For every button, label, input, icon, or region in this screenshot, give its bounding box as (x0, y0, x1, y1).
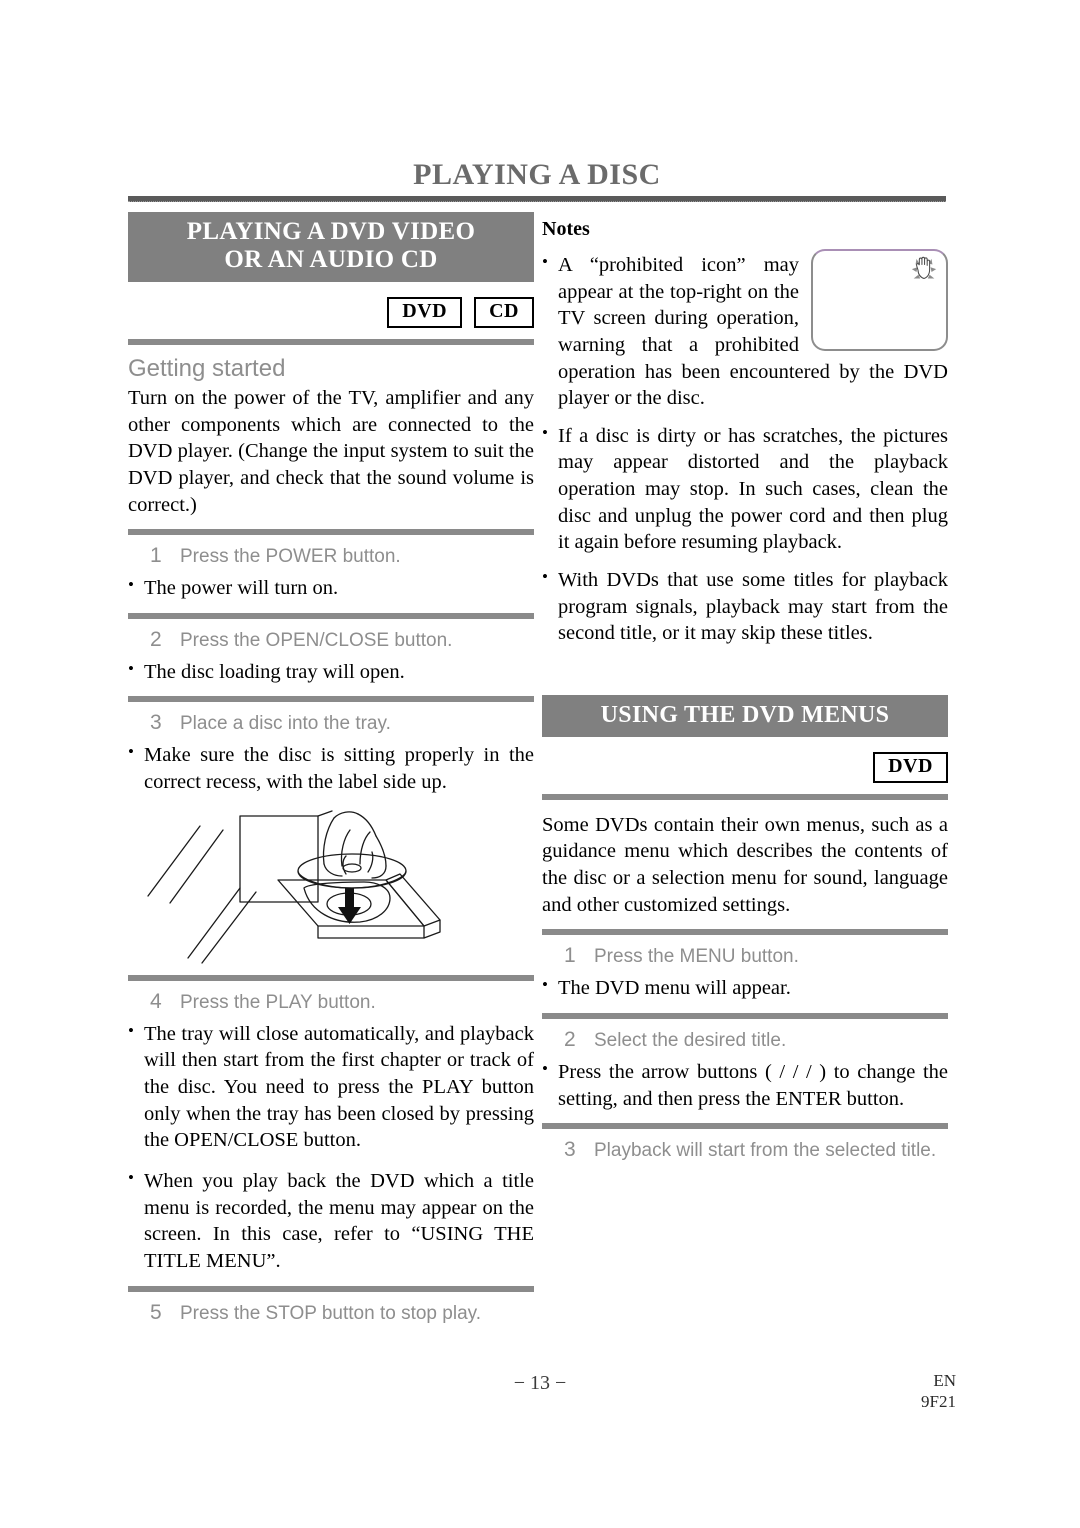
section-rule (542, 793, 948, 800)
step-number: 4 (150, 989, 162, 1013)
menu-step-1: 1 Press the MENU button. (542, 944, 948, 968)
page-number: − 13 − (513, 1372, 567, 1394)
menu-step-1-bullet-1: The DVD menu will appear. (542, 974, 948, 1002)
page-title: PLAYING A DISC (413, 158, 661, 191)
note-2: If a disc is dirty or has scratches, the… (542, 422, 948, 556)
section-banner-playing-dvd-video: PLAYING A DVD VIDEO OR AN AUDIO CD (128, 212, 534, 282)
step-label: Press the OPEN/CLOSE button. (180, 629, 453, 651)
note-1: A “prohibited icon” may appear at the to… (542, 251, 948, 412)
step-number: 2 (150, 627, 162, 651)
banner-line-1: PLAYING A DVD VIDEO (186, 218, 476, 245)
notes-body: A “prohibited icon” may appear at the to… (542, 245, 948, 412)
left-column: PLAYING A DVD VIDEO OR AN AUDIO CD DVD C… (128, 212, 534, 1325)
step-rule (542, 1123, 948, 1130)
step-label: Press the STOP button to stop play. (180, 1302, 482, 1324)
step-number: 3 (564, 1138, 576, 1162)
step-5: 5 Press the STOP button to stop play. (128, 1301, 534, 1325)
step-rule (128, 1285, 534, 1292)
dvd-menus-intro: Some DVDs contain their own menus, such … (542, 813, 948, 916)
step-label: Press the PLAY button. (180, 991, 376, 1013)
step-rule (128, 974, 534, 981)
step-4: 4 Press the PLAY button. (128, 990, 534, 1014)
menu-step-3: 3 Playback will start from the selected … (542, 1138, 948, 1162)
step-rule (128, 696, 534, 703)
step-label: Press the POWER button. (180, 546, 401, 568)
notes-heading: Notes (542, 218, 590, 240)
step-number: 3 (150, 711, 162, 735)
footer-part-code: 9F21 (921, 1392, 956, 1412)
step-4-bullet-2: When you play back the DVD which a title… (128, 1167, 534, 1275)
step-number: 2 (564, 1028, 576, 1052)
right-column: Notes A “prohibited icon” may appear at … (542, 212, 948, 1162)
getting-started-text: Turn on the power of the TV, amplifier a… (128, 387, 534, 516)
disc-tray-svg (147, 810, 441, 964)
media-badge-row-left: DVD CD (128, 297, 534, 328)
step-rule (542, 929, 948, 936)
manual-page: PLAYING A DISC PLAYING A DVD VIDEO OR AN… (0, 0, 1080, 1528)
step-1-bullet-1: The power will turn on. (128, 574, 534, 602)
step-1: 1 Press the POWER button. (128, 544, 534, 568)
step-number: 1 (564, 944, 576, 968)
step-rule (542, 1013, 948, 1020)
step-number: 1 (150, 544, 162, 568)
menu-step-2-bullet-1: Press the arrow buttons ( / / / ) to cha… (542, 1058, 948, 1112)
step-label: Playback will start from the selected ti… (594, 1140, 937, 1162)
step-2: 2 Press the OPEN/CLOSE button. (128, 628, 534, 652)
step-3: 3 Place a disc into the tray. (128, 711, 534, 735)
badge-dvd: DVD (387, 297, 463, 328)
step-label: Place a disc into the tray. (180, 713, 391, 735)
badge-cd: CD (474, 297, 534, 328)
step-2-bullet-1: The disc loading tray will open. (128, 658, 534, 686)
disc-tray-illustration (128, 808, 534, 964)
step-label: Press the MENU button. (594, 946, 799, 968)
banner-line-2: OR AN AUDIO CD (224, 246, 438, 273)
section-rule (128, 339, 534, 345)
step-4-bullet-1: The tray will close automatically, and p… (128, 1020, 534, 1154)
note-3: With DVDs that use some titles for playb… (542, 566, 948, 647)
footer-code-block: EN 9F21 (921, 1370, 956, 1413)
step-label: Select the desired title. (594, 1030, 787, 1052)
getting-started-heading: Getting started (128, 355, 286, 382)
step-3-bullet-1: Make sure the disc is sitting properly i… (128, 741, 534, 795)
menu-step-2: 2 Select the desired title. (542, 1028, 948, 1052)
section-banner-using-dvd-menus: USING THE DVD MENUS (542, 694, 948, 737)
media-badge-row-right: DVD (542, 751, 948, 783)
step-rule (128, 612, 534, 619)
badge-dvd: DVD (873, 751, 948, 783)
step-number: 5 (150, 1300, 162, 1324)
title-divider (128, 196, 946, 202)
footer-language: EN (933, 1371, 956, 1390)
step-rule (128, 529, 534, 536)
